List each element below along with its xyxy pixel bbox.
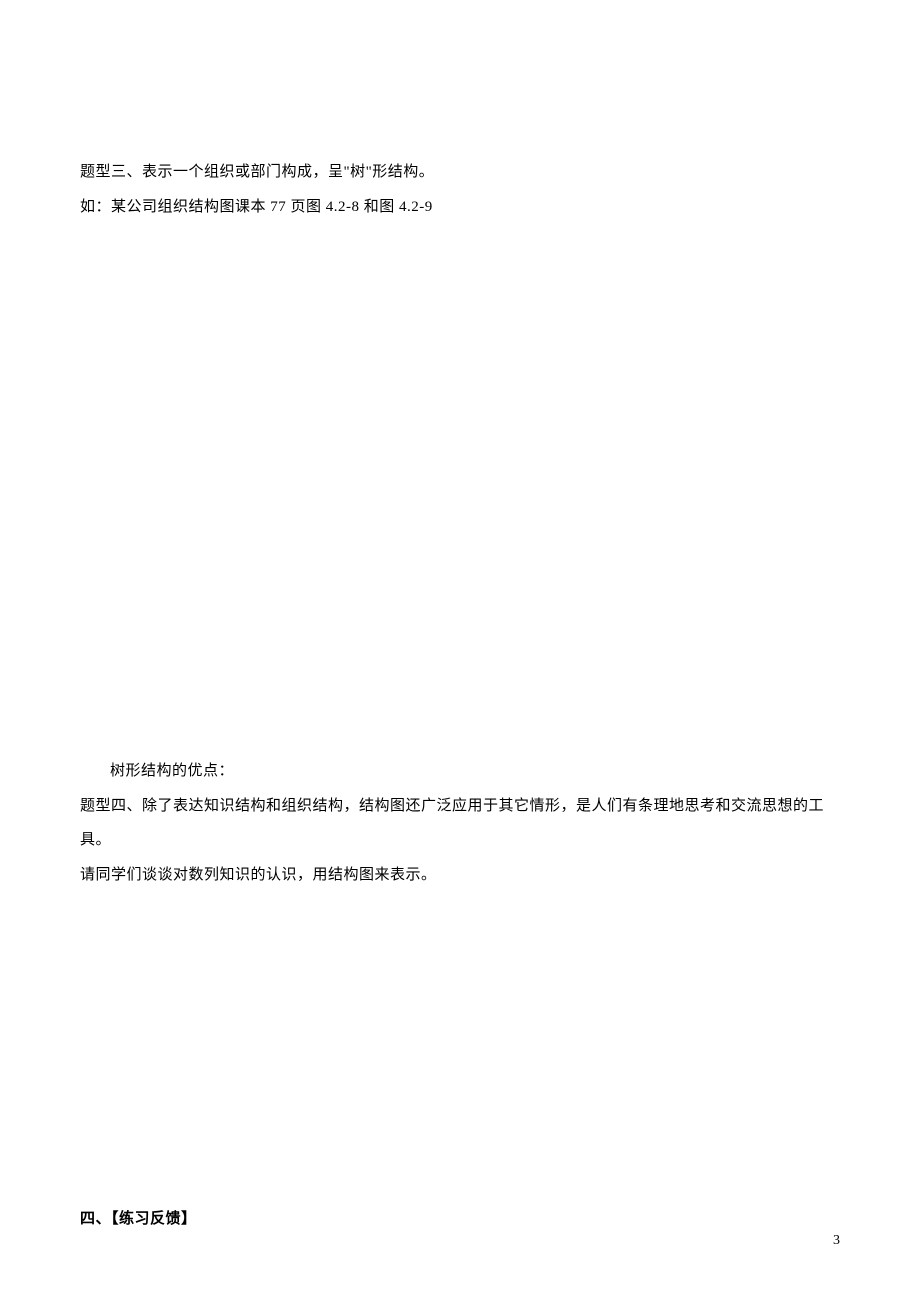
body-text-line-2: 如：某公司组织结构图课本 77 页图 4.2-8 和图 4.2-9	[80, 190, 840, 225]
document-content: 题型三、表示一个组织或部门构成，呈"树"形结构。 如：某公司组织结构图课本 77…	[0, 0, 920, 1237]
body-text-line-4: 题型四、除了表达知识结构和组织结构，结构图还广泛应用于其它情形，是人们有条理地思…	[80, 789, 840, 858]
blank-space	[80, 892, 840, 1202]
body-text-line-3: 树形结构的优点：	[80, 754, 840, 789]
body-text-line-5: 请同学们谈谈对数列知识的认识，用结构图来表示。	[80, 858, 840, 893]
body-text-line-1: 题型三、表示一个组织或部门构成，呈"树"形结构。	[80, 155, 840, 190]
blank-space	[80, 224, 840, 754]
page-number: 3	[833, 1225, 840, 1257]
section-heading: 四、【练习反馈】	[80, 1202, 840, 1237]
